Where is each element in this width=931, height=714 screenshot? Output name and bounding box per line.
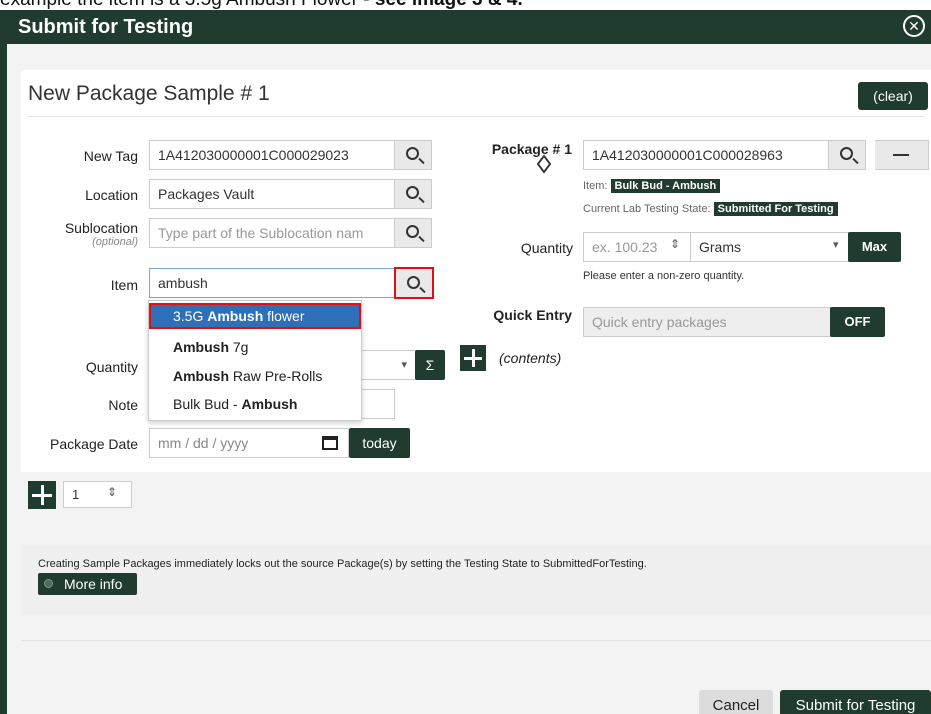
remove-package-button[interactable] xyxy=(875,140,929,170)
calendar-icon[interactable] xyxy=(322,436,338,450)
item-text-post: flower xyxy=(263,308,305,324)
item-text-pre: 3.5G xyxy=(173,308,208,324)
submit-button[interactable]: Submit for Testing xyxy=(780,690,931,714)
location-search-button[interactable] xyxy=(394,179,432,209)
list-item[interactable]: 3.5G Ambush flower xyxy=(149,303,361,329)
close-icon[interactable]: ✕ xyxy=(903,15,925,37)
package-date-label: Package Date xyxy=(50,436,138,452)
quantity-label: Quantity xyxy=(85,359,138,375)
lab-state-line: Current Lab Testing State: Submitted For… xyxy=(583,202,838,216)
item-text-post: 7g xyxy=(229,339,249,355)
state-badge: Submitted For Testing xyxy=(713,202,838,216)
caption-strip: example the item is a 3.5g Ambush Flower… xyxy=(0,0,931,10)
search-icon xyxy=(407,276,420,289)
sum-button[interactable]: Σ xyxy=(415,350,445,380)
more-info-label: More info xyxy=(64,576,123,592)
quick-entry-input[interactable]: Quick entry packages xyxy=(583,307,831,337)
list-item[interactable]: Ambush 7g xyxy=(149,334,361,360)
cancel-button[interactable]: Cancel xyxy=(699,690,773,714)
info-panel xyxy=(21,545,931,615)
state-label-text: Current Lab Testing State: xyxy=(583,203,711,215)
today-button[interactable]: today xyxy=(349,428,410,458)
search-icon xyxy=(840,147,853,160)
item-label-text: Item: xyxy=(583,180,608,192)
item-autocomplete-list: 3.5G Ambush flower Ambush 7g Ambush Raw … xyxy=(148,300,362,421)
item-text-bold: Ambush xyxy=(207,308,264,324)
caption-text: example the item is a 3.5g Ambush Flower… xyxy=(0,0,523,10)
note-label: Note xyxy=(108,397,138,413)
sample-count-input[interactable]: 1 xyxy=(63,481,132,508)
item-badge: Bulk Bud - Ambush xyxy=(610,179,721,193)
sublocation-label: Sublocation (optional) xyxy=(40,220,138,248)
sublocation-search-button[interactable] xyxy=(394,218,432,248)
search-icon xyxy=(406,225,419,238)
right-quantity-label: Quantity xyxy=(520,240,573,256)
sublocation-label-text: Sublocation xyxy=(64,220,138,236)
add-sample-button[interactable] xyxy=(28,481,56,509)
item-text-bold: Ambush xyxy=(173,339,229,355)
info-text: Creating Sample Packages immediately loc… xyxy=(38,558,647,570)
package-item-line: Item: Bulk Bud - Ambush xyxy=(583,179,721,193)
sublocation-hint: (optional) xyxy=(92,236,138,248)
minus-icon xyxy=(893,154,909,156)
item-text-bold: Ambush xyxy=(173,368,229,384)
chevron-down-icon: ▾ xyxy=(833,239,839,251)
item-text-post: Raw Pre-Rolls xyxy=(229,368,323,384)
package-tag-input[interactable]: 1A412030000001C000028963 xyxy=(583,140,829,170)
new-tag-search-button[interactable] xyxy=(394,140,432,170)
location-input[interactable]: Packages Vault xyxy=(149,179,395,209)
max-button[interactable]: Max xyxy=(848,232,901,262)
stepper-icon[interactable]: ⇕ xyxy=(670,237,680,251)
list-item[interactable]: Ambush Raw Pre-Rolls xyxy=(149,363,361,389)
sample-title: New Package Sample # 1 xyxy=(28,82,270,105)
item-text-bold: Ambush xyxy=(241,396,298,412)
item-text-pre: Bulk Bud - xyxy=(173,396,242,412)
item-input[interactable]: ambush xyxy=(149,268,395,298)
clear-button[interactable]: (clear) xyxy=(858,82,928,110)
unit-select[interactable]: Grams xyxy=(690,232,849,262)
package-search-button[interactable] xyxy=(828,140,866,170)
info-icon xyxy=(44,579,53,588)
modal-titlebar: Submit for Testing ✕ xyxy=(0,10,931,44)
quick-entry-toggle[interactable]: OFF xyxy=(830,307,885,337)
package-date-input[interactable]: mm / dd / yyyy xyxy=(149,428,349,458)
list-item[interactable]: Bulk Bud - Ambush xyxy=(149,391,361,417)
package-label: Package # 1 xyxy=(491,141,572,157)
new-tag-input[interactable]: 1A412030000001C000029023 xyxy=(149,140,395,170)
caption-bold: see image 3 & 4. xyxy=(375,0,523,10)
modal-title: Submit for Testing xyxy=(18,16,194,38)
more-info-button[interactable]: More info xyxy=(38,573,137,595)
quantity-hint: Please enter a non-zero quantity. xyxy=(583,270,745,282)
add-contents-button[interactable] xyxy=(460,345,486,371)
chevron-down-icon: ▾ xyxy=(401,359,407,371)
item-search-button[interactable] xyxy=(394,267,434,299)
quick-entry-label: Quick Entry xyxy=(493,307,572,323)
new-tag-label: New Tag xyxy=(83,148,138,164)
contents-label: (contents) xyxy=(499,350,562,366)
location-label: Location xyxy=(85,187,138,203)
search-icon xyxy=(406,186,419,199)
modal-left-edge xyxy=(0,44,7,714)
sublocation-input[interactable]: Type part of the Sublocation nam xyxy=(149,218,395,248)
item-label: Item xyxy=(110,277,138,293)
stepper-icon[interactable]: ⇕ xyxy=(107,485,117,499)
package-date-placeholder: mm / dd / yyyy xyxy=(158,435,249,451)
search-icon xyxy=(406,147,419,160)
